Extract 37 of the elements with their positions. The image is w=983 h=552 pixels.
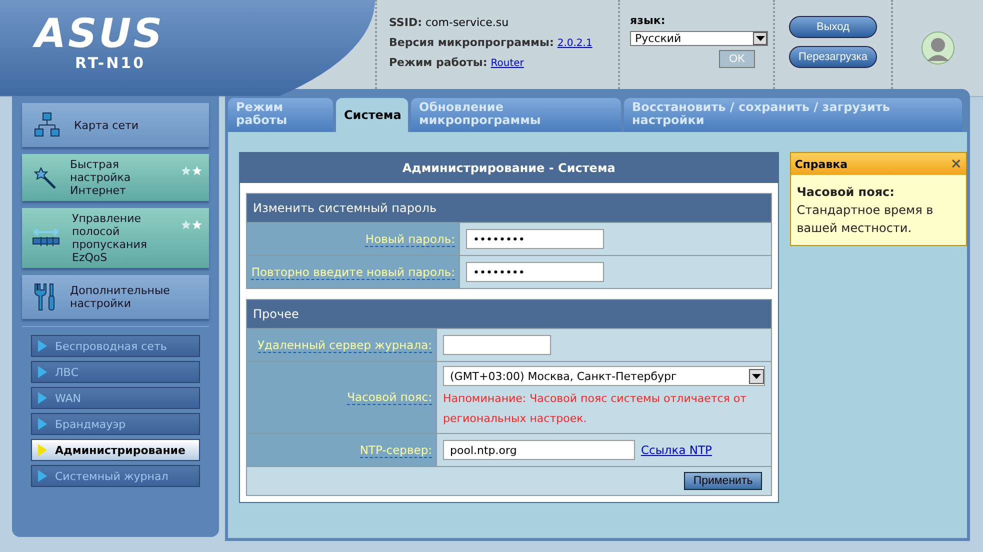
field-label: Часовой пояс: <box>347 390 432 405</box>
language-label: язык: <box>630 14 666 27</box>
model-name: RT-N10 <box>75 54 146 72</box>
field-label: Повторно введите новый пароль: <box>251 264 455 280</box>
info-link[interactable]: Router <box>490 58 524 69</box>
warning-text: Напоминание: Часовой пояс системы отличается от региональных настроек. <box>443 391 748 427</box>
menu-item[interactable]: Карта сети <box>22 103 209 147</box>
info-label: Режим работы: <box>389 56 488 69</box>
field-label: NTP-сервер: <box>360 442 432 458</box>
ntp-link[interactable]: Ссылка NTP <box>641 443 712 457</box>
submenu-item[interactable]: Администрирование <box>31 439 200 461</box>
form-title: Администрирование - Система <box>240 153 778 183</box>
help-title: Справка <box>794 158 848 170</box>
section-title: Прочее <box>247 300 771 328</box>
info-label: SSID: <box>389 16 422 29</box>
close-icon[interactable]: × <box>950 157 962 171</box>
info-value: com-service.su <box>425 16 509 29</box>
field-label: Новый пароль: <box>365 232 455 246</box>
field-label: Удаленный сервер журнала: <box>258 338 432 352</box>
info-link[interactable]: 2.0.2.1 <box>557 38 592 49</box>
input-field[interactable]: •••••••• <box>466 229 604 249</box>
menu-item[interactable]: Быстрая настройка Интернет <box>22 154 209 201</box>
header-button[interactable]: Перезагрузка <box>789 46 877 68</box>
help-text: Стандартное время в вашей местности. <box>796 203 934 235</box>
help-heading: Часовой пояс: <box>796 184 896 201</box>
brand-logo: ASUS <box>35 14 164 54</box>
menu-item[interactable]: Управление полосой пропускания EzQoS <box>22 208 209 268</box>
info-label: Версия микропрограммы: <box>389 36 554 49</box>
section-title: Изменить системный пароль <box>247 194 771 222</box>
input-field[interactable]: •••••••• <box>466 262 604 282</box>
timezone-select[interactable]: (GMT+03:00) Москва, Санкт-Петербург <box>443 366 765 386</box>
input-field[interactable]: pool.ntp.org <box>443 440 635 460</box>
tab[interactable]: Система <box>336 98 408 132</box>
apply-button[interactable]: Применить <box>684 472 762 490</box>
header-button[interactable]: Выход <box>789 16 877 38</box>
menu-item[interactable]: Дополнительные настройки <box>22 275 209 319</box>
language-select[interactable]: Русский <box>630 31 768 46</box>
